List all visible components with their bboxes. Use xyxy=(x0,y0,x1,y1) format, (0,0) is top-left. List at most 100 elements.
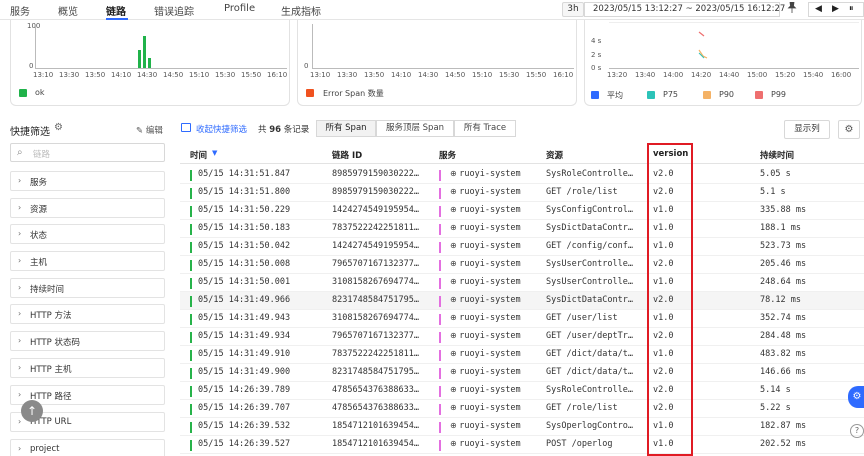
facet-project[interactable]: › project xyxy=(10,439,165,456)
service-name: ruoyi-system xyxy=(459,349,521,359)
table-row[interactable]: 05/15 14:31:50.008 7965707167132377… ⊕ ruo… xyxy=(180,256,864,274)
table-row[interactable]: 05/15 14:31:50.042 1424274549195954… ⊕ ruo… xyxy=(180,238,864,256)
facet-search-input[interactable]: ⌕ 链路 xyxy=(10,143,165,162)
collapse-quick-filter-link[interactable]: 收起快捷筛选 xyxy=(196,123,247,135)
legend-label[interactable]: ok xyxy=(35,88,45,97)
edit-button[interactable]: ✎ 编辑 xyxy=(136,124,163,136)
scroll-to-top-button[interactable]: ↑ xyxy=(21,400,43,422)
column-header-resource[interactable]: 资源 xyxy=(546,149,563,161)
cell-trace-id[interactable]: 1424274549195954… xyxy=(332,241,426,251)
legend-label[interactable]: Error Span 数量 xyxy=(323,88,384,99)
service-color-indicator xyxy=(439,332,441,343)
tab-traces[interactable]: 链路 xyxy=(106,3,126,18)
status-ok-indicator xyxy=(190,170,192,181)
cell-trace-id[interactable]: 8985979159030222… xyxy=(332,187,426,197)
time-range-quick-button[interactable]: 3h xyxy=(562,2,584,17)
segment-top-level-spans[interactable]: 服务顶层 Span xyxy=(376,120,454,137)
collapse-panel-icon[interactable] xyxy=(181,123,191,132)
table-row[interactable]: 05/15 14:26:39.527 1854712101639454… ⊕ ruo… xyxy=(180,436,864,454)
next-icon[interactable]: ▶ xyxy=(832,3,839,16)
table-row[interactable]: 05/15 14:31:50.183 7837522242251811… ⊕ ruo… xyxy=(180,220,864,238)
x-tick: 15:10 xyxy=(472,71,493,79)
cell-trace-id[interactable]: 1854712101639454… xyxy=(332,421,426,431)
service-name: ruoyi-system xyxy=(459,277,521,287)
table-row[interactable]: 05/15 14:31:50.229 1424274549195954… ⊕ ruo… xyxy=(180,202,864,220)
facet-duration[interactable]: › 持续时间 xyxy=(10,278,165,298)
facet-http-method[interactable]: › HTTP 方法 xyxy=(10,304,165,324)
legend-label[interactable]: P90 xyxy=(719,90,734,99)
facet-status[interactable]: › 状态 xyxy=(10,224,165,244)
table-row[interactable]: 05/15 14:31:51.847 8985979159030222… ⊕ ruo… xyxy=(180,166,864,184)
prev-icon[interactable]: ◀ xyxy=(815,3,822,16)
side-widget-button[interactable]: ⚙ xyxy=(848,386,864,408)
service-name: ruoyi-system xyxy=(459,169,521,179)
table-row[interactable]: 05/15 14:31:49.943 3108158267694774… ⊕ ruo… xyxy=(180,310,864,328)
pause-icon[interactable]: ⏸ xyxy=(849,3,854,16)
tab-services[interactable]: 服务 xyxy=(10,3,30,18)
cell-service: ⊕ ruoyi-system xyxy=(450,187,546,197)
cell-trace-id[interactable]: 1854712101639454… xyxy=(332,439,426,449)
column-header-duration[interactable]: 持续时间 xyxy=(760,149,794,161)
segment-all-traces[interactable]: 所有 Trace xyxy=(454,120,516,137)
table-row[interactable]: 05/15 14:31:50.001 3108158267694774… ⊕ ruo… xyxy=(180,274,864,292)
cell-trace-id[interactable]: 1424274549195954… xyxy=(332,205,426,215)
cell-trace-id[interactable]: 3108158267694774… xyxy=(332,277,426,287)
cell-trace-id[interactable]: 3108158267694774… xyxy=(332,313,426,323)
column-header-trace-id[interactable]: 链路 ID xyxy=(332,149,362,161)
segment-all-spans[interactable]: 所有 Span xyxy=(316,120,376,137)
pin-icon[interactable] xyxy=(784,1,800,17)
table-row[interactable]: 05/15 14:26:39.707 4785654376388633… ⊕ ruo… xyxy=(180,400,864,418)
cell-trace-id[interactable]: 4785654376388633… xyxy=(332,403,426,413)
column-header-time[interactable]: 时间 xyxy=(190,149,207,161)
table-row[interactable]: 05/15 14:26:39.532 1854712101639454… ⊕ ruo… xyxy=(180,418,864,436)
tab-profile[interactable]: Profile xyxy=(224,3,255,14)
legend-swatch xyxy=(703,91,711,99)
facet-http-status[interactable]: › HTTP 状态码 xyxy=(10,331,165,351)
legend-label[interactable]: P99 xyxy=(771,90,786,99)
facet-resource[interactable]: › 资源 xyxy=(10,198,165,218)
table-row[interactable]: 05/15 14:26:39.789 4785654376388633… ⊕ ruo… xyxy=(180,382,864,400)
facet-service[interactable]: › 服务 xyxy=(10,171,165,191)
error-span-chart: 0 13:10 13:30 13:50 14:10 14:30 14:50 15… xyxy=(297,20,577,106)
cell-trace-id[interactable]: 7965707167132377… xyxy=(332,259,426,269)
gear-icon[interactable]: ⚙ xyxy=(54,122,63,133)
cell-trace-id[interactable]: 8985979159030222… xyxy=(332,169,426,179)
facet-http-host[interactable]: › HTTP 主机 xyxy=(10,358,165,378)
search-placeholder: 链路 xyxy=(33,150,51,160)
cell-trace-id[interactable]: 7965707167132377… xyxy=(332,331,426,341)
facet-host[interactable]: › 主机 xyxy=(10,251,165,271)
service-color-indicator xyxy=(439,440,441,451)
table-row[interactable]: 05/15 14:31:49.934 7965707167132377… ⊕ ruo… xyxy=(180,328,864,346)
cell-duration: 248.64 ms xyxy=(760,277,807,287)
search-icon: ⌕ xyxy=(17,147,23,158)
column-header-service[interactable]: 服务 xyxy=(439,149,456,161)
table-row[interactable]: 05/15 14:31:49.910 7837522242251811… ⊕ ruo… xyxy=(180,346,864,364)
x-tick: 13:20 xyxy=(607,71,628,79)
service-name: ruoyi-system xyxy=(459,313,521,323)
cell-trace-id[interactable]: 8231748584751795… xyxy=(332,367,426,377)
legend-label[interactable]: P75 xyxy=(663,90,678,99)
legend-label[interactable]: 平均 xyxy=(607,90,623,101)
widget-icon: ⚙ xyxy=(852,391,862,402)
table-row[interactable]: 05/15 14:31:49.966 8231748584751795… ⊕ ruo… xyxy=(180,292,864,310)
cell-trace-id[interactable]: 8231748584751795… xyxy=(332,295,426,305)
sort-desc-icon[interactable]: ▼ xyxy=(212,149,217,157)
table-row[interactable]: 05/15 14:31:49.900 8231748584751795… ⊕ ruo… xyxy=(180,364,864,382)
display-columns-button[interactable]: 显示列 xyxy=(784,120,830,139)
status-ok-indicator xyxy=(190,422,192,433)
tab-overview[interactable]: 概览 xyxy=(58,3,78,18)
cell-trace-id[interactable]: 7837522242251811… xyxy=(332,349,426,359)
help-icon[interactable]: ? xyxy=(850,424,864,438)
status-ok-indicator xyxy=(190,224,192,235)
cell-trace-id[interactable]: 4785654376388633… xyxy=(332,385,426,395)
tab-generate-metrics[interactable]: 生成指标 xyxy=(281,3,321,18)
cell-time: 05/15 14:26:39.527 xyxy=(198,439,291,449)
gear-icon[interactable]: ⚙ xyxy=(838,120,860,139)
cell-trace-id[interactable]: 7837522242251811… xyxy=(332,223,426,233)
cell-resource: SysDictDataContr… xyxy=(546,223,633,233)
table-row[interactable]: 05/15 14:31:51.800 8985979159030222… ⊕ ruo… xyxy=(180,184,864,202)
service-color-indicator xyxy=(439,278,441,289)
cell-resource: GET /dict/data/t… xyxy=(546,367,633,377)
tab-error-tracking[interactable]: 错误追踪 xyxy=(154,3,194,18)
time-range-picker[interactable]: 2023/05/15 13:12:27 ~ 2023/05/15 16:12:2… xyxy=(584,2,785,17)
